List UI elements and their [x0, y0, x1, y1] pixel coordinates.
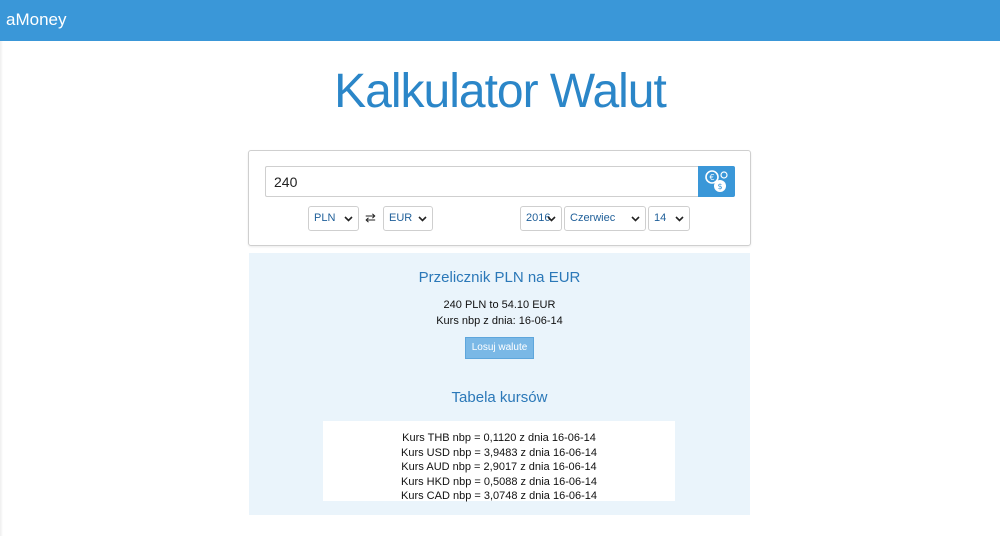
svg-text:$: $	[717, 182, 722, 191]
svg-text:€: €	[709, 173, 714, 182]
chevron-down-icon	[631, 216, 640, 222]
rates-table-title: Tabela kursów	[451, 389, 548, 406]
amount-input[interactable]	[265, 166, 698, 197]
to-currency-select[interactable]: EUR	[383, 206, 433, 231]
chevron-down-icon	[675, 216, 684, 222]
brand-link[interactable]: aMoney	[6, 10, 66, 30]
rate-date: Kurs nbp z dnia: 16-06-14	[436, 315, 563, 327]
currency-exchange-icon: € $	[705, 170, 728, 192]
rate-row: Kurs CAD nbp = 3,0748 z dnia 16-06-14	[401, 490, 597, 502]
day-select[interactable]: 14	[648, 206, 690, 231]
chevron-down-icon	[344, 216, 353, 222]
rates-table: Kurs THB nbp = 0,1120 z dnia 16-06-14 Ku…	[323, 421, 675, 502]
converter-form: € $ PLN ⇄ EUR 2016 Czerwiec 14	[248, 150, 751, 246]
page-title: Kalkulator Walut	[334, 65, 667, 118]
rate-row: Kurs USD nbp = 3,9483 z dnia 16-06-14	[401, 446, 597, 459]
random-currency-button[interactable]: Losuj walute	[465, 337, 534, 359]
rate-row: Kurs HKD nbp = 0,5088 z dnia 16-06-14	[401, 475, 597, 488]
chevron-down-icon	[547, 216, 556, 222]
month-select[interactable]: Czerwiec	[564, 206, 646, 231]
result-title: Przelicznik PLN na EUR	[418, 269, 581, 286]
convert-button[interactable]: € $	[698, 166, 735, 197]
chevron-down-icon	[418, 216, 427, 222]
from-currency-value: PLN	[314, 212, 336, 224]
month-value: Czerwiec	[570, 212, 616, 224]
navbar: aMoney	[0, 0, 1000, 41]
from-currency-select[interactable]: PLN	[308, 206, 359, 231]
to-currency-value: EUR	[389, 212, 413, 224]
swap-currencies-icon[interactable]: ⇄	[365, 210, 376, 226]
rate-row: Kurs THB nbp = 0,1120 z dnia 16-06-14	[402, 432, 596, 444]
result-panel: Przelicznik PLN na EUR 240 PLN to 54.10 …	[249, 253, 750, 515]
day-value: 14	[654, 212, 667, 224]
year-select[interactable]: 2016	[520, 206, 562, 231]
rate-row: Kurs AUD nbp = 2,9017 z dnia 16-06-14	[401, 461, 597, 473]
conversion-result: 240 PLN to 54.10 EUR	[443, 299, 556, 311]
